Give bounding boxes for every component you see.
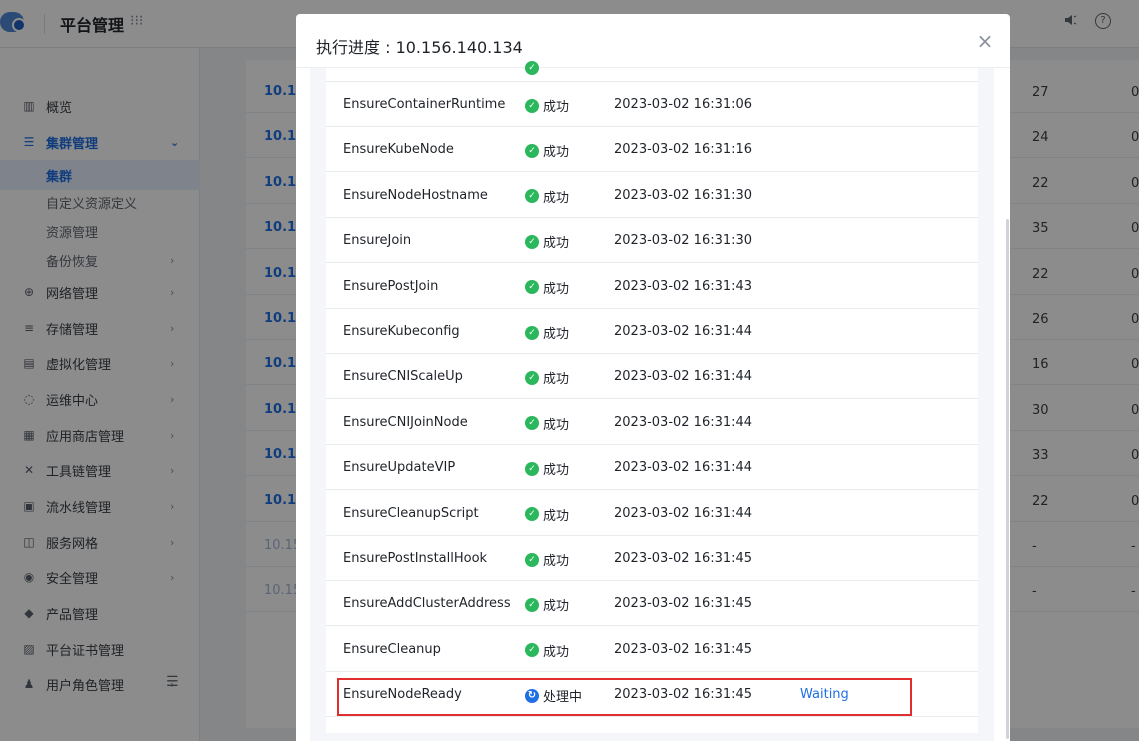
success-icon: ✓ xyxy=(525,189,539,204)
step-row: EnsureNodeHostname ✓ 成功 2023-03-02 16:31:30 xyxy=(326,173,978,218)
step-time: 2023-03-02 16:31:44 xyxy=(614,414,753,430)
step-time: 2023-03-02 16:31:45 xyxy=(614,641,753,657)
success-icon: ✓ xyxy=(525,280,539,295)
step-status: ✓ 成功 xyxy=(525,550,569,569)
step-status-label: 成功 xyxy=(543,281,570,297)
step-name: EnsureKubeNode xyxy=(343,142,454,158)
step-status: ✓ 成功 xyxy=(525,595,569,614)
step-status: ✓ 成功 xyxy=(525,187,569,206)
step-time: 2023-03-02 16:31:44 xyxy=(614,505,753,521)
step-name: EnsureCleanup xyxy=(343,641,441,657)
step-status: ✓ 成功 xyxy=(525,641,569,660)
success-icon: ✓ xyxy=(525,143,539,158)
step-time: 2023-03-02 16:31:30 xyxy=(614,233,753,249)
step-row: EnsureJoin ✓ 成功 2023-03-02 16:31:30 xyxy=(326,218,978,264)
step-status: ✓ 成功 xyxy=(525,278,569,297)
step-row: EnsureCleanup ✓ 成功 2023-03-02 16:31:45 xyxy=(326,627,978,672)
step-status-label: 成功 xyxy=(543,327,570,342)
step-name: EnsureNodeHostname xyxy=(343,187,488,203)
step-status-label: 成功 xyxy=(543,372,570,388)
step-name: EnsurePostJoin xyxy=(343,278,439,294)
step-row: EnsurePostJoin ✓ 成功 2023-03-02 16:31:43 xyxy=(326,264,978,309)
step-row: EnsureCNIScaleUp ✓ 成功 2023-03-02 16:31:44 xyxy=(326,354,978,400)
step-time: 2023-03-02 16:31:45 xyxy=(614,596,753,612)
step-time: 2023-03-02 16:31:44 xyxy=(614,369,753,385)
step-time: 2023-03-02 16:31:44 xyxy=(614,460,753,476)
step-status-label: 成功 xyxy=(543,644,570,660)
success-icon: ✓ xyxy=(525,370,539,385)
success-icon: ✓ xyxy=(525,416,539,431)
step-row: EnsureUpdateVIP ✓ 成功 2023-03-02 16:31:44 xyxy=(326,445,978,491)
step-status: ✓ 成功 xyxy=(525,323,569,342)
step-status-label: 成功 xyxy=(543,100,570,115)
step-status-label: 成功 xyxy=(543,190,570,206)
step-status: ✓ 成功 xyxy=(525,141,569,160)
step-name: EnsureUpdateVIP xyxy=(343,460,456,476)
step-status-label: 成功 xyxy=(543,463,570,479)
scrollbar-thumb[interactable] xyxy=(1006,219,1009,739)
step-status-label: 成功 xyxy=(543,417,570,433)
step-status-label: 成功 xyxy=(543,599,570,615)
step-name: EnsureCleanupScript xyxy=(343,505,479,521)
step-status-label: 成功 xyxy=(543,236,570,252)
progress-dialog: 执行进度 : 10.156.140.134 × ✓ EnsureContaine… xyxy=(296,14,1010,741)
step-row: EnsureKubeconfig ✓ 成功 2023-03-02 16:31:44 xyxy=(326,309,978,354)
success-icon: ✓ xyxy=(525,98,539,113)
step-name: EnsureCNIJoinNode xyxy=(343,414,468,430)
step-list: ✓ EnsureContainerRuntime ✓ 成功 2023-03-02 16… xyxy=(326,61,978,733)
step-status: ✓ 成功 xyxy=(525,505,569,524)
highlight-box xyxy=(337,678,912,716)
step-time: 2023-03-02 16:31:06 xyxy=(614,97,753,112)
step-name: EnsureJoin xyxy=(343,233,412,249)
step-name: EnsureCNIScaleUp xyxy=(343,369,463,385)
step-status: ✓ 成功 xyxy=(525,368,569,387)
step-row-partial: ✓ xyxy=(326,61,978,82)
step-row: EnsureContainerRuntime ✓ 成功 2023-03-02 16:3… xyxy=(326,82,978,127)
step-time: 2023-03-02 16:31:44 xyxy=(614,324,753,339)
step-name: EnsureKubeconfig xyxy=(343,324,460,339)
step-status-label: 成功 xyxy=(543,554,570,569)
close-icon[interactable]: × xyxy=(976,31,994,51)
step-name: EnsureContainerRuntime xyxy=(343,97,506,112)
step-row: EnsureCleanupScript ✓ 成功 2023-03-02 16:31:4… xyxy=(326,491,978,536)
step-status-label: 成功 xyxy=(543,145,570,161)
step-status: ✓ 成功 xyxy=(525,414,569,433)
step-status: ✓ 成功 xyxy=(525,96,569,115)
step-name: EnsurePostInstallHook xyxy=(343,551,488,566)
step-status-label: 成功 xyxy=(543,508,570,524)
step-row: EnsurePostInstallHook ✓ 成功 2023-03-02 16:31… xyxy=(326,536,978,581)
step-status: ✓ 成功 xyxy=(525,459,569,478)
success-icon: ✓ xyxy=(525,234,539,249)
success-icon: ✓ xyxy=(525,461,539,476)
step-status: ✓ 成功 xyxy=(525,232,569,251)
step-row: EnsureAddClusterAddress ✓ 成功 2023-03-02 16:… xyxy=(326,581,978,627)
step-time: 2023-03-02 16:31:16 xyxy=(614,142,753,158)
step-row: EnsureKubeNode ✓ 成功 2023-03-02 16:31:16 xyxy=(326,127,978,173)
step-time: 2023-03-02 16:31:45 xyxy=(614,551,753,566)
dialog-header: 执行进度 : 10.156.140.134 × xyxy=(296,14,1010,68)
success-icon: ✓ xyxy=(525,643,539,658)
step-name: EnsureAddClusterAddress xyxy=(343,596,511,612)
step-time: 2023-03-02 16:31:43 xyxy=(614,278,753,294)
success-icon: ✓ xyxy=(525,325,539,340)
step-row: EnsureCNIJoinNode ✓ 成功 2023-03-02 16:31:44 xyxy=(326,400,978,445)
success-icon: ✓ xyxy=(525,552,539,567)
dialog-title: 执行进度 : 10.156.140.134 xyxy=(316,38,523,57)
success-icon: ✓ xyxy=(525,597,539,612)
success-icon: ✓ xyxy=(525,507,539,522)
success-icon: ✓ xyxy=(525,61,539,75)
step-time: 2023-03-02 16:31:30 xyxy=(614,187,753,203)
